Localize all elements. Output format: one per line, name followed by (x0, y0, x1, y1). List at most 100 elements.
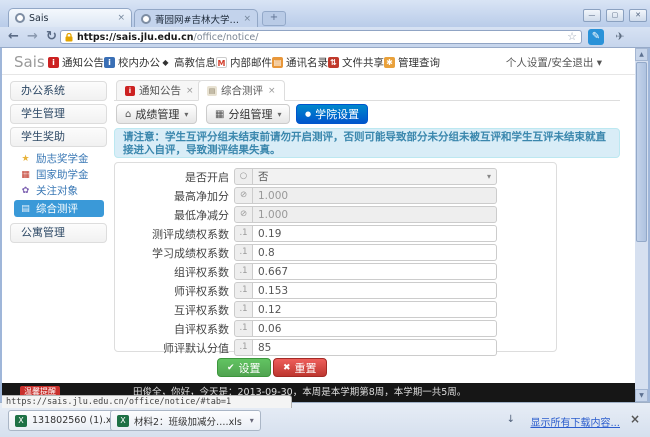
nav-label: 管理查询 (398, 55, 440, 70)
back-button[interactable]: ← (8, 27, 19, 47)
tab-close-icon[interactable]: × (117, 13, 125, 23)
teacher-weight-field[interactable] (253, 282, 497, 299)
field-label: 最高净加分 (114, 188, 234, 204)
tab-close-icon[interactable]: × (186, 86, 194, 96)
settings-wrench-icon[interactable]: ✈ (612, 29, 628, 45)
nav-item-higher-edu-info[interactable]: ◆ 高教信息 (160, 55, 216, 69)
content-tab-assessment[interactable]: ▤ 综合测评 × (198, 80, 285, 101)
college-settings-button[interactable]: ● 学院设置 (296, 104, 368, 124)
button-label: 学院设置 (315, 106, 359, 122)
form-row-self-weight: 自评权系数 .1 (114, 320, 497, 337)
content-tab-notice[interactable]: i 通知公告 × (116, 80, 203, 101)
scroll-down-icon[interactable]: ▼ (635, 389, 648, 402)
chevron-down-icon: ▾ (487, 172, 491, 181)
other-favicon-icon (141, 14, 151, 24)
form-row-peer-weight: 互评权系数 .1 (114, 301, 497, 318)
grant-icon: ▦ (20, 170, 31, 180)
peer-weight-field[interactable] (253, 301, 497, 318)
forward-button[interactable]: → (27, 27, 38, 47)
window-controls: — ▢ ✕ (583, 2, 647, 22)
download-bar-close-icon[interactable]: × (630, 412, 640, 426)
scroll-up-icon[interactable]: ▲ (635, 48, 648, 61)
button-label: 设置 (239, 360, 261, 376)
tab-title: Sais (29, 13, 113, 24)
field-label: 互评权系数 (114, 302, 234, 318)
download-arrow-icon: ↓ (507, 414, 515, 425)
ban-prefix-icon: ⊘ (234, 187, 253, 204)
chevron-down-icon[interactable]: ▾ (250, 416, 254, 425)
reset-button[interactable]: ✖ 重置 (273, 358, 327, 377)
field-label: 是否开启 (114, 169, 234, 185)
bookmark-star-icon[interactable]: ☆ (567, 32, 577, 42)
form-row-max-bonus: 最高净加分 ⊘ (114, 187, 497, 204)
nav-item-campus-office[interactable]: i 校内办公 (104, 55, 160, 69)
minimize-button[interactable]: — (583, 9, 601, 22)
contacts-icon: ▤ (272, 57, 283, 68)
tab-close-icon[interactable]: × (268, 86, 276, 96)
download-file-name: 材料2：班级加减分….xls (134, 414, 242, 428)
sidebar-item-scholarship[interactable]: ★ 励志奖学金 (12, 151, 107, 166)
teacher-default-score-field[interactable] (253, 339, 497, 356)
browser-toolbar: ← → ↻ https://sais.jlu.edu.cn /office/no… (0, 27, 650, 48)
sidebar-item-comprehensive-assessment[interactable]: ▤ 综合测评 (14, 200, 104, 217)
sidebar-item-student-aid[interactable]: 学生奖助 (10, 127, 107, 147)
nav-item-admin-query[interactable]: ✱ 管理查询 (384, 55, 440, 69)
form-row-study-weight: 学习成绩权系数 .1 (114, 244, 497, 261)
vertical-scrollbar[interactable]: ▲ ▼ (635, 48, 648, 402)
sidebar-item-dormitory-management[interactable]: 公寓管理 (10, 223, 107, 243)
nav-item-notice[interactable]: i 通知公告 (48, 55, 104, 69)
dot-icon: ● (305, 110, 311, 118)
submit-button[interactable]: ✔ 设置 (217, 358, 271, 377)
self-weight-field[interactable] (253, 320, 497, 337)
grid-icon: ▦ (215, 109, 224, 120)
address-bar[interactable]: https://sais.jlu.edu.cn /office/notice/ … (60, 30, 582, 44)
sidebar-item-office-system[interactable]: 办公系统 (10, 81, 107, 101)
tab-label: 综合测评 (221, 83, 263, 98)
url-host: https://sais.jlu.edu.cn (77, 32, 194, 43)
new-tab-button[interactable]: + (262, 11, 286, 26)
number-prefix-icon: .1 (234, 301, 253, 318)
browser-tab-other[interactable]: 菁园网#吉林大学红色网站# × (134, 9, 258, 27)
sais-favicon-icon (15, 13, 25, 23)
browser-tab-sais[interactable]: Sais × (8, 8, 132, 27)
sidebar-item-national-grant[interactable]: ▦ 国家助学金 (12, 167, 107, 182)
sidebar-item-student-management[interactable]: 学生管理 (10, 104, 107, 124)
home-icon: ⌂ (125, 109, 131, 120)
score-management-button[interactable]: ⌂ 成绩管理 ▾ (116, 104, 197, 124)
study-weight-field[interactable] (253, 244, 497, 261)
reload-button[interactable]: ↻ (46, 27, 57, 47)
enable-select[interactable]: 否 ▾ (253, 168, 497, 185)
nav-item-file-share[interactable]: ⇅ 文件共享 (328, 55, 384, 69)
nav-item-internal-mail[interactable]: M 内部邮件 (216, 55, 272, 69)
download-item[interactable]: X 材料2：班级加减分….xls ▾ (110, 410, 261, 431)
download-file-name: 131802560 (1).xls (32, 415, 119, 426)
maximize-button[interactable]: ▢ (606, 9, 624, 22)
scrollbar-thumb[interactable] (636, 62, 647, 242)
excel-file-icon: X (117, 415, 129, 427)
group-management-button[interactable]: ▦ 分组管理 ▾ (206, 104, 290, 124)
form-row-group-weight: 组评权系数 .1 (114, 263, 497, 280)
mail-icon: M (216, 57, 227, 68)
nav-item-directory[interactable]: ▤ 通讯名录 (272, 55, 328, 69)
user-settings-menu[interactable]: 个人设置/安全退出 ▾ (506, 55, 602, 70)
https-lock-icon (65, 33, 73, 42)
app-logo[interactable]: Sais (14, 53, 45, 71)
office-icon: i (104, 57, 115, 68)
tab-close-icon[interactable]: × (243, 14, 251, 24)
sidebar-item-watch-list[interactable]: ✿ 关注对象 (12, 183, 107, 198)
field-label: 最低净减分 (114, 207, 234, 223)
nav-label: 通知公告 (62, 55, 104, 70)
extension-icon[interactable]: ✎ (588, 29, 604, 45)
sidebar-item-label: 励志奖学金 (36, 151, 89, 166)
button-label: 分组管理 (228, 106, 272, 122)
form-row-teacher-weight: 师评权系数 .1 (114, 282, 497, 299)
close-button[interactable]: ✕ (629, 9, 647, 22)
number-prefix-icon: .1 (234, 263, 253, 280)
show-all-downloads-link[interactable]: 显示所有下载内容... (530, 414, 620, 429)
tab-label: 通知公告 (139, 83, 181, 98)
star-icon: ★ (20, 154, 31, 164)
excel-file-icon: X (15, 415, 27, 427)
assessment-weight-field[interactable] (253, 225, 497, 242)
notice-icon: i (48, 57, 59, 68)
group-weight-field[interactable] (253, 263, 497, 280)
